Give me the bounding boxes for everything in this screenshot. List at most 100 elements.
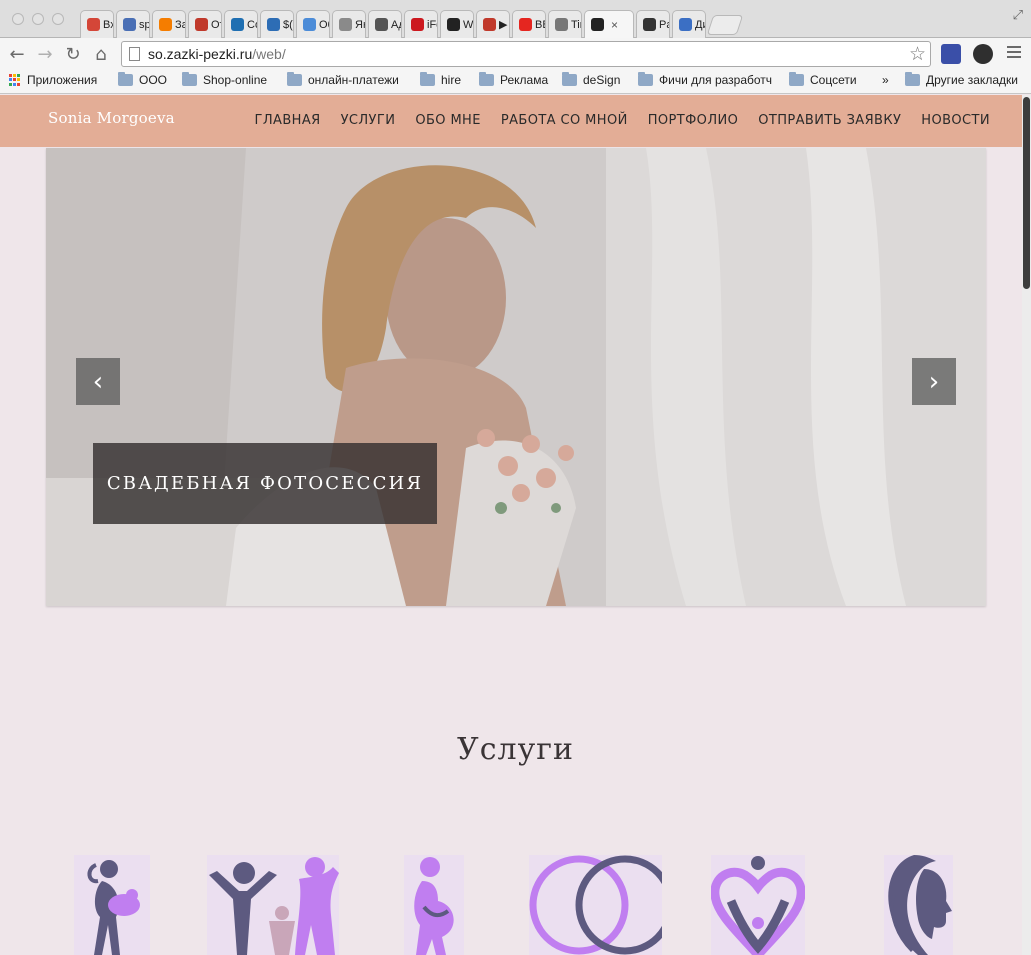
browser-tab[interactable]: Вхо — [80, 10, 114, 38]
bookmark-other[interactable]: Другие закладки — [905, 72, 1018, 87]
folder-icon — [118, 72, 133, 86]
tab-label: Отп — [211, 18, 221, 31]
tab-label: Янд — [355, 18, 365, 31]
browser-tab[interactable]: Tiny — [548, 10, 582, 38]
window-close-button[interactable] — [12, 13, 24, 25]
browser-tab[interactable]: Янд — [332, 10, 366, 38]
doc-icon — [339, 18, 352, 31]
page-icon — [129, 47, 140, 61]
service-family[interactable] — [207, 855, 339, 955]
tab-label: ▶ L — [499, 19, 509, 31]
bookmarks-overflow-button[interactable]: » — [882, 73, 889, 87]
bookmark-folder[interactable]: deSign — [562, 72, 620, 87]
heart-family-icon — [711, 856, 805, 955]
services-title: Услуги — [457, 732, 574, 767]
scrollbar-thumb[interactable] — [1023, 97, 1030, 289]
nav-work-with-me[interactable]: РАБОТА СО МНОЙ — [501, 113, 628, 128]
browser-tab-bar: Вхо spy Зап Отп Col $( c Обл Янд Адм iFor Wel ▶ L BB… — [0, 0, 1031, 38]
cloud-icon — [303, 18, 316, 31]
browser-tab[interactable]: Диа — [672, 10, 706, 38]
nav-send-request[interactable]: ОТПРАВИТЬ ЗАЯВКУ — [758, 113, 901, 128]
tab-label: iFor — [427, 18, 437, 31]
bookmark-folder[interactable]: ООО — [118, 72, 167, 87]
forward-button[interactable]: → — [34, 43, 56, 65]
browser-tab[interactable]: Адм — [368, 10, 402, 38]
user-icon — [123, 18, 136, 31]
address-bar[interactable]: so.zazki-pezki.ru/web/ ☆ — [121, 41, 931, 67]
tab-label: Диа — [695, 18, 705, 31]
tab-label: Col — [247, 18, 257, 31]
service-beauty[interactable] — [884, 855, 953, 955]
folder-icon — [182, 72, 197, 86]
url-text[interactable]: so.zazki-pezki.ru/web/ — [148, 46, 286, 62]
tab-label: Зап — [175, 18, 185, 31]
tinymce-icon — [555, 18, 568, 31]
tab-strip: Вхо spy Зап Отп Col $( c Обл Янд Адм iFor Wel ▶ L BB… — [80, 10, 744, 38]
nav-about[interactable]: ОБО МНЕ — [415, 113, 481, 128]
folder-icon — [905, 72, 920, 86]
browser-tab[interactable]: Обл — [296, 10, 330, 38]
browser-tab[interactable]: $( c — [260, 10, 294, 38]
pregnant-icon — [414, 857, 454, 955]
nav-home[interactable]: ГЛАВНАЯ — [255, 113, 321, 128]
gmail-icon — [87, 18, 100, 31]
slider-next-button[interactable]: › — [912, 358, 956, 405]
bookmark-star-icon[interactable]: ☆ — [909, 43, 926, 65]
bookmark-folder[interactable]: Фичи для разработч — [638, 72, 772, 87]
extension-tools-icon[interactable] — [973, 44, 993, 64]
window-zoom-button[interactable] — [52, 13, 64, 25]
bookmark-folder[interactable]: Соцсети — [789, 72, 857, 87]
browser-tab[interactable]: Pale — [636, 10, 670, 38]
jquery-icon — [267, 18, 280, 31]
home-button[interactable]: ⌂ — [90, 43, 112, 65]
nav-services[interactable]: УСЛУГИ — [341, 113, 396, 128]
browser-tab[interactable]: Отп — [188, 10, 222, 38]
browser-tab[interactable]: Зап — [152, 10, 186, 38]
back-button[interactable]: ← — [6, 43, 28, 65]
tab-close-icon[interactable]: × — [611, 18, 618, 32]
page-scrollbar[interactable] — [1022, 95, 1031, 955]
slide-photo — [46, 148, 986, 606]
service-mother-baby[interactable] — [74, 855, 150, 955]
browser-tab[interactable]: BBC — [512, 10, 546, 38]
bookmark-folder[interactable]: Shop-online — [182, 72, 267, 87]
slide-caption-text: СВАДЕБНАЯ ФОТОСЕССИЯ — [106, 473, 424, 494]
site-logo[interactable]: Sonia Morgoeva — [48, 109, 175, 127]
mother-baby-icon — [87, 860, 140, 955]
browser-tab[interactable]: ▶ L — [476, 10, 510, 38]
new-tab-button[interactable] — [706, 15, 744, 35]
browser-tab[interactable]: iFor — [404, 10, 438, 38]
chevron-right-icon: › — [928, 366, 940, 397]
bookmark-apps[interactable]: Приложения — [9, 73, 97, 87]
tab-label: spy — [139, 18, 149, 31]
bookmarks-bar: Приложения ООО Shop-online онлайн-платежи h… — [0, 70, 1031, 94]
service-wedding[interactable] — [529, 855, 662, 955]
folder-icon — [420, 72, 435, 86]
reload-button[interactable]: ↻ — [62, 43, 84, 65]
browser-tab[interactable]: Wel — [440, 10, 474, 38]
bookmark-folder[interactable]: онлайн-платежи — [287, 72, 399, 87]
folder-icon — [638, 72, 653, 86]
window-minimize-button[interactable] — [32, 13, 44, 25]
nav-portfolio[interactable]: ПОРТФОЛИО — [648, 113, 739, 128]
bookmark-folder[interactable]: hire — [420, 72, 461, 87]
slide-caption[interactable]: СВАДЕБНАЯ ФОТОСЕССИЯ — [93, 443, 437, 524]
tab-label: $( c — [283, 18, 293, 31]
fullscreen-icon[interactable]: ⤢ — [1013, 8, 1023, 23]
bookmark-folder[interactable]: Реклама — [479, 72, 548, 87]
browser-tab[interactable]: × — [584, 10, 634, 38]
slider-prev-button[interactable]: ‹ — [76, 358, 120, 405]
folder-icon — [479, 72, 494, 86]
nav-news[interactable]: НОВОСТИ — [921, 113, 990, 128]
main-nav: ГЛАВНАЯ УСЛУГИ ОБО МНЕ РАБОТА СО МНОЙ ПО… — [255, 113, 990, 128]
service-family-heart[interactable] — [711, 855, 805, 955]
extension-icon[interactable] — [941, 44, 961, 64]
service-pregnancy[interactable] — [404, 855, 464, 955]
browser-menu-icon[interactable] — [1007, 46, 1021, 58]
browser-tab[interactable]: Col — [224, 10, 258, 38]
folder-icon — [562, 72, 577, 86]
hero-slider[interactable]: ‹ › СВАДЕБНАЯ ФОТОСЕССИЯ — [46, 148, 986, 606]
browser-toolbar: ← → ↻ ⌂ so.zazki-pezki.ru/web/ ☆ — [0, 38, 1031, 70]
tab-label: Обл — [319, 18, 329, 31]
browser-tab[interactable]: spy — [116, 10, 150, 38]
